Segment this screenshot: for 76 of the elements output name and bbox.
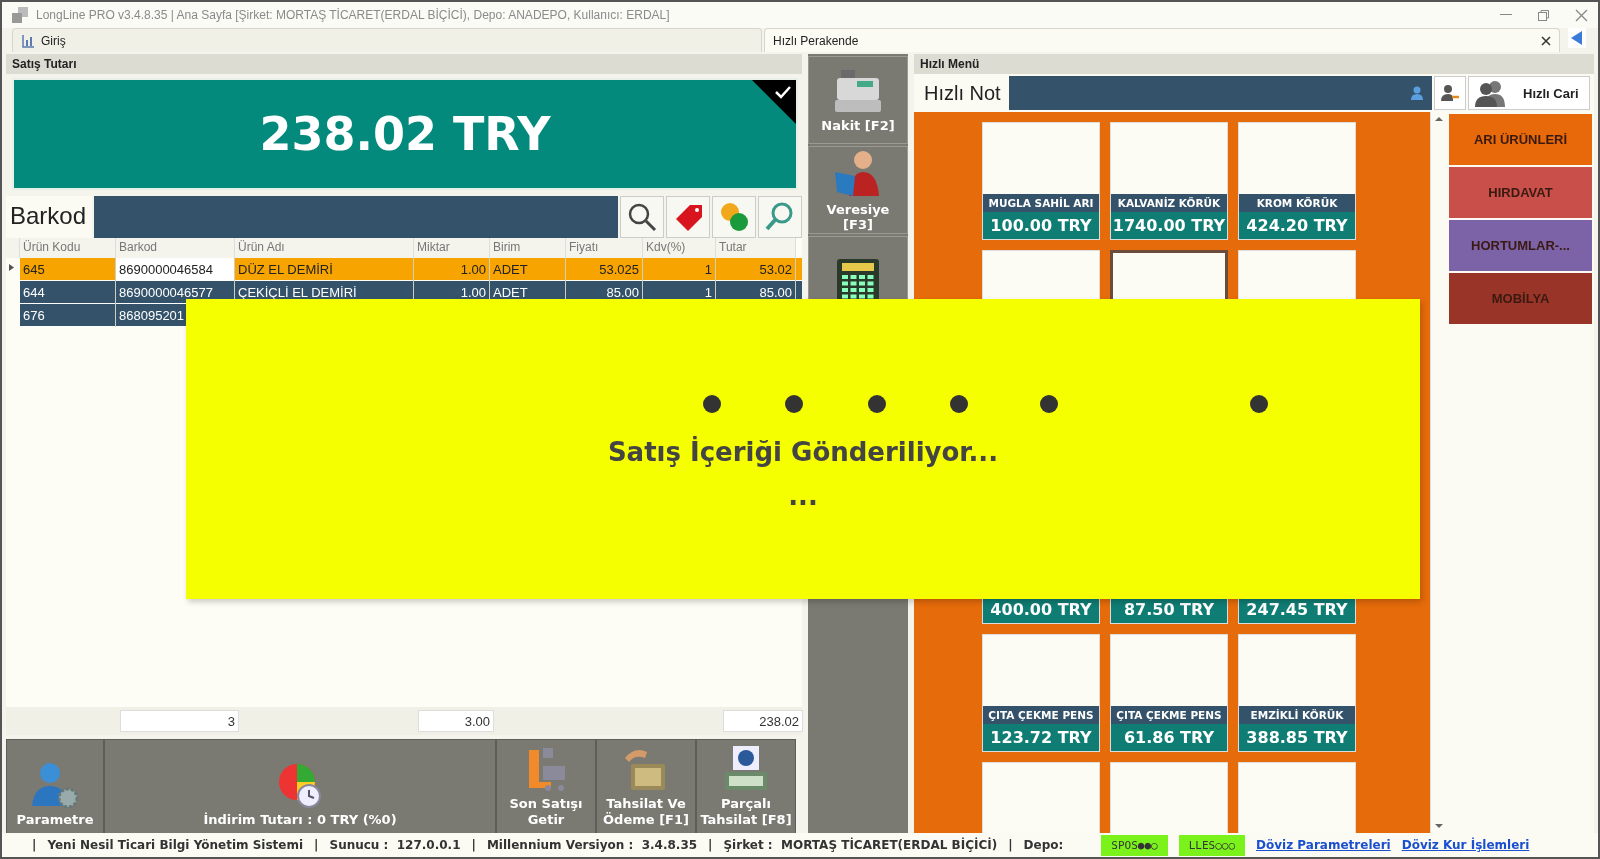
app-icon (12, 7, 28, 23)
payment-button[interactable]: Veresiye [F3] (808, 146, 908, 234)
action-button[interactable]: Tahsilat Ve Ödeme [F1] (596, 739, 696, 835)
product-tile[interactable]: MUGLA SAHİL ARI 100.00 TRY (982, 122, 1100, 240)
category-button[interactable]: HIRDAVAT (1449, 167, 1592, 218)
table-row[interactable]: 645 8690000046584 DÜZ EL DEMİRİ 1.00 ADET 53.025 1 53.02 (6, 258, 802, 281)
table-cell: 8690000046584 (116, 258, 235, 281)
customer-button[interactable]: Hızlı Cari (1468, 76, 1590, 110)
column-header: Ürün Adı (235, 238, 414, 258)
column-header: Fiyatı (566, 238, 643, 258)
close-icon[interactable] (1541, 35, 1551, 46)
status-text: Yeni Nesil Ticari Bilgi Yönetim Sistemi (47, 838, 304, 852)
user-gear-icon (30, 760, 80, 810)
note-field[interactable] (1008, 76, 1432, 110)
column-header: Miktar (414, 238, 490, 258)
search-button[interactable] (620, 196, 664, 238)
tag-button[interactable] (666, 196, 710, 238)
zoom-button[interactable] (758, 196, 802, 238)
status-link[interactable]: Döviz Parametreleri (1256, 838, 1391, 852)
minimize-icon[interactable] (1500, 14, 1512, 16)
chart-icon (21, 33, 35, 48)
row-pointer-icon (9, 264, 14, 271)
product-tile[interactable]: KALVANİZ KÖRÜK 1740.00 TRY (1110, 122, 1228, 240)
panel-title: Hızlı Menü (914, 54, 1594, 74)
user-key-button[interactable] (1434, 76, 1466, 110)
category-button[interactable]: ARI ÜRÜNLERİ (1449, 114, 1592, 165)
user-key-icon (1440, 83, 1460, 103)
search-icon (627, 202, 657, 232)
action-button[interactable]: Son Satışı Getir (496, 739, 596, 835)
product-tile[interactable]: KROM KÖRÜK 424.20 TRY (1238, 122, 1356, 240)
status-text: Millennium Versiyon : 3.4.8.35 (486, 838, 698, 852)
column-header: Birim (490, 238, 566, 258)
action-button[interactable]: Parametre (6, 739, 104, 835)
action-button[interactable]: İndirim Tutarı : 0 TRY (%0) (104, 739, 496, 835)
barcode-field[interactable] (94, 196, 618, 238)
status-indicator: SPOS●●○ (1101, 834, 1168, 856)
users-icon (1475, 79, 1505, 107)
total-field: 238.02 (723, 710, 803, 732)
check-corner-icon (752, 80, 796, 124)
field-label: Barkod (6, 196, 92, 238)
status-text: | (471, 838, 476, 852)
cash-register-icon (833, 67, 883, 114)
status-text: Depo: (1023, 838, 1064, 852)
status-text: | (1008, 838, 1013, 852)
status-indicator: LLES○○○ (1178, 834, 1246, 856)
coins-icon (718, 201, 750, 233)
status-text: | (32, 838, 37, 852)
product-tile[interactable]: EMZİKLİ KÖRÜK 388.85 TRY (1238, 634, 1356, 752)
product-tile[interactable]: ÇITA ÇEKME PENS 123.72 TRY (982, 634, 1100, 752)
status-link[interactable]: Döviz Kur İşlemleri (1401, 838, 1530, 852)
loading-detail: ... (788, 481, 818, 511)
total-field: 3.00 (418, 710, 494, 732)
table-cell: 676 (20, 304, 116, 327)
total-field: 3 (120, 710, 239, 732)
status-text: | (314, 838, 319, 852)
total-amount: 238.02 TRY (259, 107, 551, 161)
column-header: Tutar (716, 238, 796, 258)
tab[interactable]: Giriş (12, 28, 762, 52)
product-tile[interactable]: ÇITA ÇEKME PENS 61.86 TRY (1110, 634, 1228, 752)
tab[interactable]: Hızlı Perakende (764, 28, 1560, 52)
payment-button[interactable]: Nakit [F2] (808, 56, 908, 144)
collapse-icon[interactable] (1568, 28, 1586, 48)
status-text: Şirket : MORTAŞ TİCARET(ERDAL BİÇİCİ) (723, 838, 998, 852)
column-header: Barkod (116, 238, 235, 258)
restore-icon[interactable] (1538, 9, 1549, 21)
action-button[interactable]: Parçalı Tahsilat [F8] (696, 739, 796, 835)
loading-message: Satış İçeriği Gönderiliyor... (607, 437, 999, 467)
person-icon (1410, 86, 1424, 100)
field-label: Hızlı Not (923, 81, 1002, 106)
status-text: Sunucu : 127.0.0.1 (329, 838, 461, 852)
column-header: Ürün Kodu (20, 238, 116, 258)
status-text: | (708, 838, 713, 852)
currency-button[interactable] (712, 196, 756, 238)
column-header: Kdv(%) (643, 238, 716, 258)
panel-title: Satış Tutarı (6, 54, 802, 74)
window-title: LongLine PRO v3.4.8.35 | Ana Sayfa [Şirket: MORTAŞ TİCARET(ERDAL BİÇİCİ), Depo: ANADEPO, Kullanıcı: ERDAL] (36, 8, 670, 22)
